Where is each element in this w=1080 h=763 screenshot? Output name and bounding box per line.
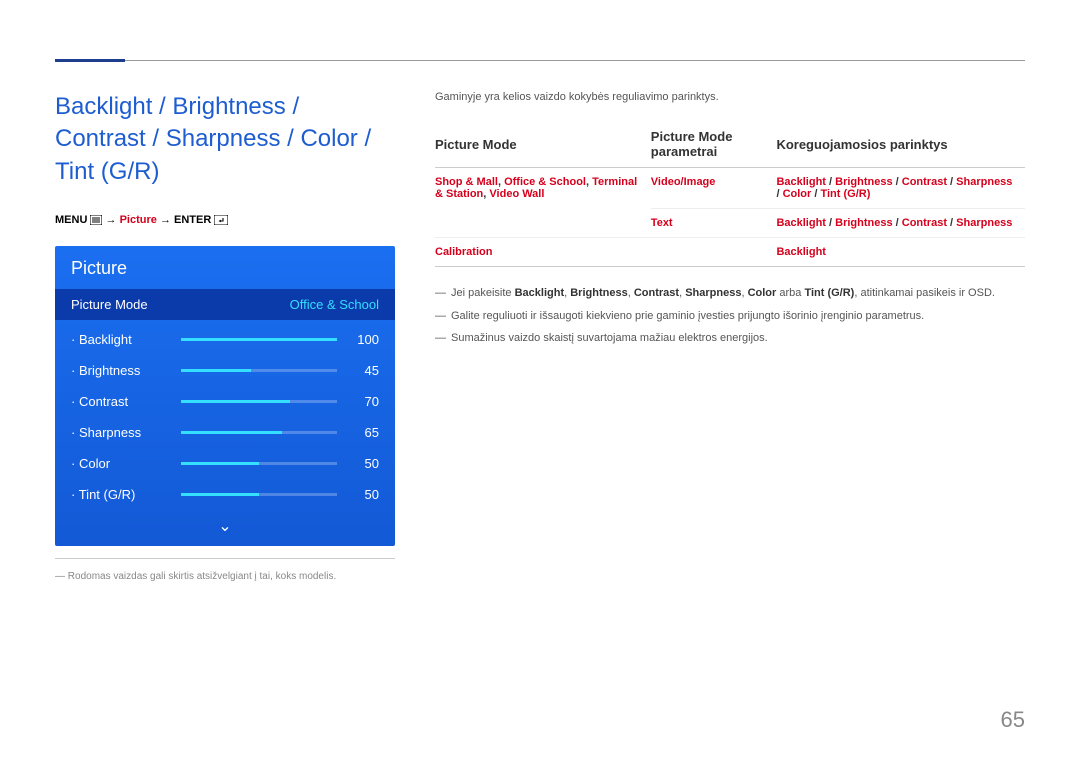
cell-params: Text <box>651 209 777 238</box>
osd-slider[interactable] <box>181 431 337 434</box>
th-options: Koreguojamosios parinktys <box>776 123 1025 168</box>
osd-highlight-label: Picture Mode <box>71 297 148 312</box>
osd-row-value: 100 <box>351 332 379 347</box>
osd-row[interactable]: Backlight 100 <box>55 324 395 355</box>
menu-picture: Picture <box>120 214 157 226</box>
osd-row[interactable]: Contrast 70 <box>55 386 395 417</box>
osd-highlight-row[interactable]: Picture Mode Office & School <box>55 289 395 320</box>
osd-slider[interactable] <box>181 462 337 465</box>
th-picture-mode: Picture Mode <box>435 123 651 168</box>
page-number: 65 <box>1001 707 1025 733</box>
osd-row-label: Color <box>71 456 181 471</box>
osd-row-label: Tint (G/R) <box>71 487 181 502</box>
param-table: Picture Mode Picture Mode parametrai Kor… <box>435 123 1025 267</box>
osd-row-value: 50 <box>351 456 379 471</box>
cell-params <box>651 238 777 267</box>
osd-row[interactable]: Tint (G/R) 50 <box>55 479 395 510</box>
cell-options: Backlight / Brightness / Contrast / Shar… <box>776 168 1025 209</box>
table-row: Calibration Backlight <box>435 238 1025 267</box>
osd-row-value: 70 <box>351 394 379 409</box>
osd-panel: Picture Picture Mode Office & School Bac… <box>55 246 395 546</box>
top-rule <box>55 60 1025 61</box>
osd-row-value: 65 <box>351 425 379 440</box>
th-params: Picture Mode parametrai <box>651 123 777 168</box>
note-3: Sumažinus vaizdo skaistį suvartojama maž… <box>435 330 1025 347</box>
intro-text: Gaminyje yra kelios vaizdo kokybės regul… <box>435 91 1025 103</box>
osd-slider[interactable] <box>181 338 337 341</box>
osd-row-value: 45 <box>351 363 379 378</box>
osd-row-label: Sharpness <box>71 425 181 440</box>
enter-label: ENTER <box>174 214 211 226</box>
osd-title: Picture <box>55 246 395 289</box>
enter-icon <box>214 215 228 228</box>
osd-slider[interactable] <box>181 493 337 496</box>
menu-path: MENU → Picture → ENTER <box>55 214 395 228</box>
footnote: Rodomas vaizdas gali skirtis atsižvelgia… <box>55 558 395 582</box>
note-2: Galite reguliuoti ir išsaugoti kiekvieno… <box>435 308 1025 325</box>
menu-label: MENU <box>55 214 87 226</box>
cell-picture-mode: Shop & Mall, Office & School, Terminal &… <box>435 168 651 238</box>
osd-row[interactable]: Brightness 45 <box>55 355 395 386</box>
cell-options: Backlight <box>776 238 1025 267</box>
notes-block: Jei pakeisite Backlight, Brightness, Con… <box>435 285 1025 347</box>
cell-picture-mode: Calibration <box>435 238 651 267</box>
note-1: Jei pakeisite Backlight, Brightness, Con… <box>435 285 1025 302</box>
osd-scroll-down[interactable]: ⌄ <box>55 510 395 546</box>
osd-slider[interactable] <box>181 400 337 403</box>
page-heading: Backlight / Brightness / Contrast / Shar… <box>55 91 395 188</box>
osd-row-label: Contrast <box>71 394 181 409</box>
osd-row-value: 50 <box>351 487 379 502</box>
cell-params: Video/Image <box>651 168 777 209</box>
chevron-down-icon: ⌄ <box>218 518 231 535</box>
osd-row[interactable]: Sharpness 65 <box>55 417 395 448</box>
menu-icon <box>90 215 102 228</box>
osd-row[interactable]: Color 50 <box>55 448 395 479</box>
cell-options: Backlight / Brightness / Contrast / Shar… <box>776 209 1025 238</box>
osd-row-label: Brightness <box>71 363 181 378</box>
table-row: Shop & Mall, Office & School, Terminal &… <box>435 168 1025 209</box>
osd-highlight-value: Office & School <box>290 297 379 312</box>
osd-slider[interactable] <box>181 369 337 372</box>
osd-row-label: Backlight <box>71 332 181 347</box>
